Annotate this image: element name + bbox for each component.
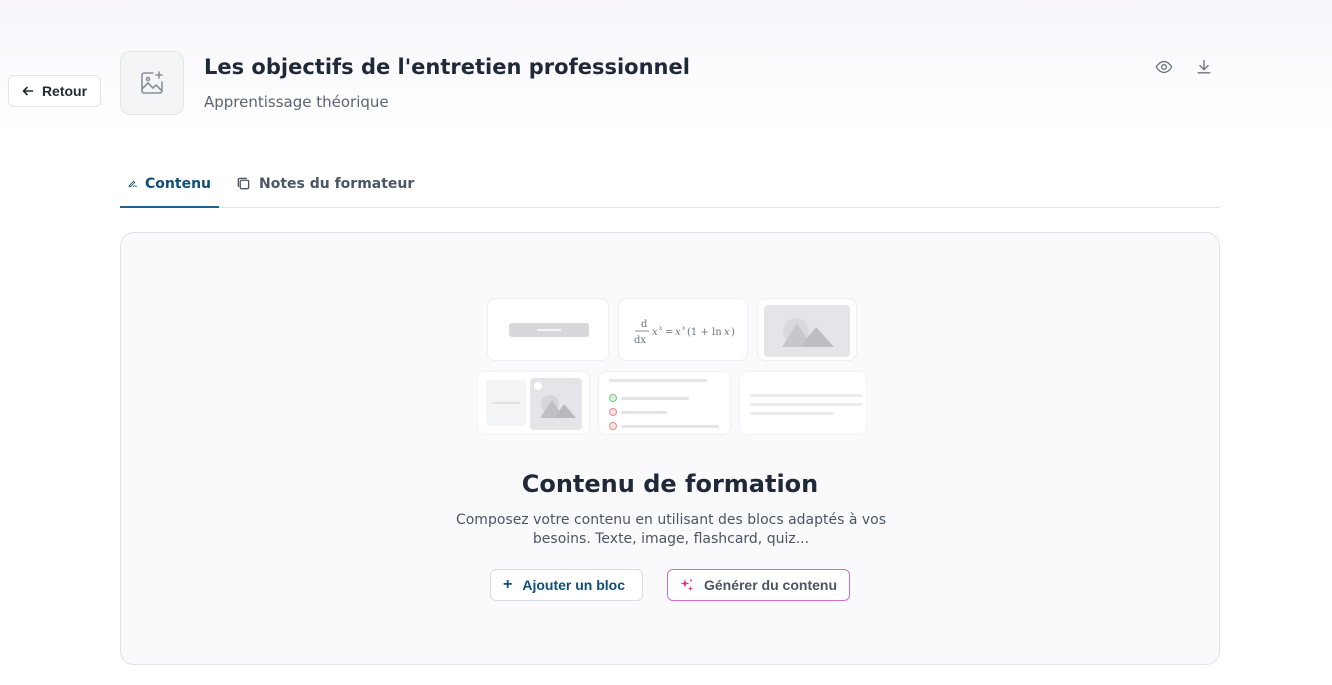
sparkles-icon: [680, 579, 693, 591]
add-block-button[interactable]: + Ajouter un bloc: [490, 569, 643, 601]
tab-bar: Contenu Notes du formateur: [120, 160, 1220, 208]
formula-block-preview: d dx x x = x x (1 + ln x ): [618, 298, 748, 361]
tab-contenu[interactable]: Contenu: [120, 160, 219, 208]
generate-content-label: Générer du contenu: [703, 577, 837, 593]
download-button[interactable]: [1194, 57, 1214, 77]
empty-state-title: Contenu de formation: [521, 470, 819, 498]
mountain-image-icon: [782, 318, 834, 347]
download-icon: [1197, 60, 1211, 74]
page: Retour Les objectifs de l'entretien prof…: [0, 0, 1332, 685]
eye-icon: [1155, 60, 1173, 74]
svg-text:dx: dx: [634, 335, 646, 346]
tab-notes-label: Notes du formateur: [259, 175, 415, 192]
page-title: Les objectifs de l'entretien professionn…: [204, 55, 690, 79]
back-button[interactable]: Retour: [8, 75, 101, 107]
mountain-image-icon: [534, 382, 576, 418]
svg-text:x: x: [675, 327, 681, 338]
blocks-illustration: d dx x x = x x (1 + ln x ): [477, 295, 869, 441]
svg-text:(1 + ln: (1 + ln: [687, 327, 722, 338]
pen-icon: [128, 180, 137, 188]
thumbnail-upload[interactable]: [120, 51, 184, 115]
notes-icon: [237, 177, 250, 190]
svg-text:=: =: [665, 327, 673, 338]
svg-text:x: x: [724, 327, 730, 338]
plus-icon: +: [503, 576, 513, 593]
text-block-preview: [739, 371, 867, 435]
svg-text:x: x: [682, 325, 686, 332]
svg-text:): ): [731, 327, 735, 338]
flashcard-block-preview: [477, 371, 590, 435]
formula-illustration: d dx x x = x x (1 + ln x ): [634, 319, 735, 346]
preview-button[interactable]: [1154, 57, 1174, 77]
tab-notes-formateur[interactable]: Notes du formateur: [228, 160, 422, 207]
generate-content-button[interactable]: Générer du contenu: [667, 569, 850, 601]
add-block-label: Ajouter un bloc: [522, 577, 626, 593]
content-panel: d dx x x = x x (1 + ln x ) Contenu de fo…: [120, 232, 1220, 665]
quiz-block-preview: [598, 371, 731, 435]
back-button-label: Retour: [41, 83, 88, 99]
svg-text:x: x: [659, 325, 663, 332]
page-subtitle: Apprentissage théorique: [204, 93, 389, 111]
arrow-left-icon: [22, 86, 34, 96]
empty-state-description: Composez votre contenu en utilisant des …: [455, 512, 887, 547]
button-block-preview: [487, 298, 609, 361]
svg-text:x: x: [652, 327, 658, 338]
image-add-icon: [141, 71, 163, 94]
tab-contenu-label: Contenu: [145, 175, 211, 192]
svg-text:d: d: [641, 319, 648, 330]
image-block-preview: [757, 298, 857, 361]
